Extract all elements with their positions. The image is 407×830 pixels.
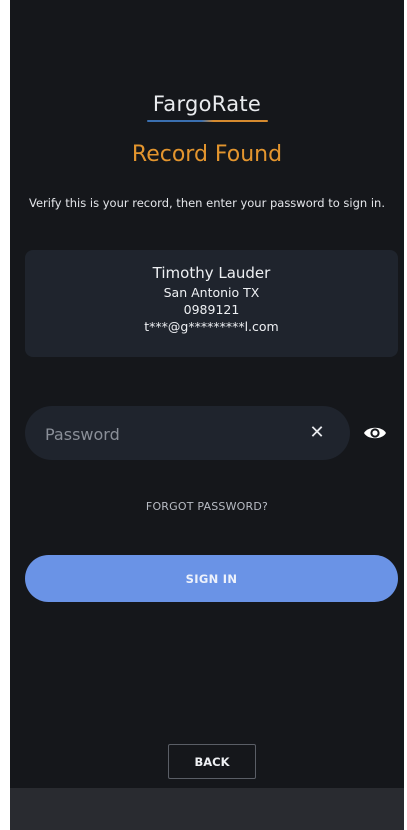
login-screen: FargoRate Record Found Verify this is yo… xyxy=(10,0,404,830)
logo-underline xyxy=(147,120,268,122)
back-button[interactable]: BACK xyxy=(168,744,256,779)
instructions-text: Verify this is your record, then enter y… xyxy=(28,196,385,210)
record-location: San Antonio TX xyxy=(163,285,260,300)
forgot-password-link[interactable]: FORGOT PASSWORD? xyxy=(10,500,404,513)
close-icon[interactable]: ✕ xyxy=(306,421,328,443)
password-input[interactable] xyxy=(43,406,297,462)
record-name: Timothy Lauder xyxy=(152,264,271,282)
fargorate-logo: FargoRate xyxy=(152,92,262,116)
bottom-bar xyxy=(10,788,404,830)
page-title: Record Found xyxy=(131,142,283,167)
sign-in-button[interactable]: SIGN IN xyxy=(25,555,398,602)
record-email: t***@g*********l.com xyxy=(144,319,279,334)
record-id: 0989121 xyxy=(183,302,240,317)
eye-icon[interactable] xyxy=(363,422,387,444)
password-field: ✕ xyxy=(25,406,350,462)
record-card: Timothy Lauder San Antonio TX 0989121 t*… xyxy=(25,250,398,357)
